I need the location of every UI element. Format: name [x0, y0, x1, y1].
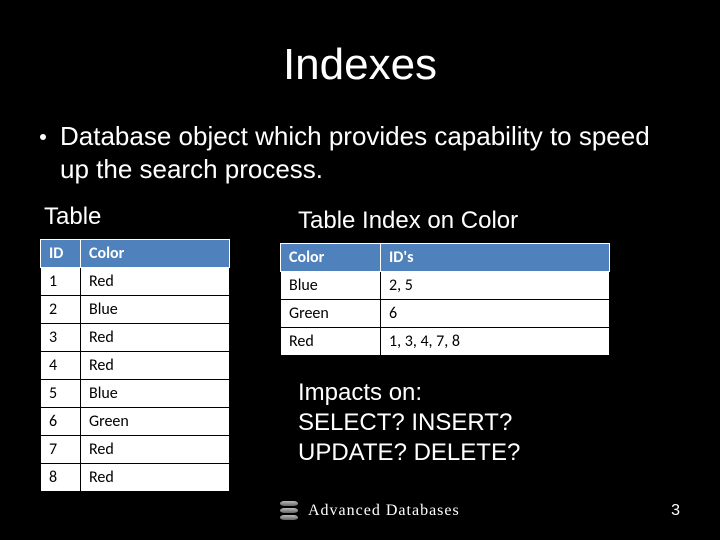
slide-footer: Advanced Databases 3 [280, 501, 680, 520]
slide: Indexes Database object which provides c… [0, 0, 720, 540]
table-row: Red1, 3, 4, 7, 8 [281, 328, 610, 356]
table-header-row: ID Color [41, 240, 230, 268]
cell: 1 [41, 268, 81, 296]
cell: Red [81, 436, 230, 464]
slide-title: Indexes [40, 40, 680, 90]
cell: 4 [41, 352, 81, 380]
table-row: Green6 [281, 300, 610, 328]
table-header: ID's [381, 244, 610, 272]
cell: Red [81, 352, 230, 380]
cell: 2, 5 [381, 272, 610, 300]
right-column: Table Index on Color Color ID's Blue2, 5… [280, 203, 680, 492]
cell: 3 [41, 324, 81, 352]
table-row: Blue2, 5 [281, 272, 610, 300]
bullet-item: Database object which provides capabilit… [40, 120, 680, 185]
impacts-line: Impacts on: [298, 378, 680, 408]
cell: 6 [41, 408, 81, 436]
content-area: Table ID Color 1Red 2Blue 3Red 4Red 5Blu… [40, 203, 680, 492]
table-row: 5Blue [41, 380, 230, 408]
data-table: ID Color 1Red 2Blue 3Red 4Red 5Blue 6Gre… [40, 239, 230, 492]
cell: 8 [41, 464, 81, 492]
cell: Red [81, 464, 230, 492]
page-number: 3 [671, 502, 680, 520]
cell: Red [81, 324, 230, 352]
right-table-label: Table Index on Color [280, 207, 680, 235]
cell: 2 [41, 296, 81, 324]
table-row: 2Blue [41, 296, 230, 324]
impacts-line: UPDATE? DELETE? [298, 438, 680, 468]
index-table: Color ID's Blue2, 5 Green6 Red1, 3, 4, 7… [280, 243, 610, 356]
table-row: 7Red [41, 436, 230, 464]
table-row: 1Red [41, 268, 230, 296]
table-header-row: Color ID's [281, 244, 610, 272]
left-column: Table ID Color 1Red 2Blue 3Red 4Red 5Blu… [40, 203, 240, 492]
cell: Blue [81, 380, 230, 408]
table-row: 8Red [41, 464, 230, 492]
database-icon [280, 501, 298, 520]
cell: Red [81, 268, 230, 296]
table-row: 4Red [41, 352, 230, 380]
left-table-label: Table [40, 203, 240, 231]
cell: Blue [281, 272, 381, 300]
cell: 5 [41, 380, 81, 408]
table-row: 3Red [41, 324, 230, 352]
footer-text: Advanced Databases [308, 502, 460, 520]
impacts-line: SELECT? INSERT? [298, 408, 680, 438]
bullet-text: Database object which provides capabilit… [60, 120, 680, 185]
cell: 7 [41, 436, 81, 464]
footer-left: Advanced Databases [280, 501, 460, 520]
cell: 6 [381, 300, 610, 328]
cell: Red [281, 328, 381, 356]
cell: Blue [81, 296, 230, 324]
table-header: ID [41, 240, 81, 268]
table-row: 6Green [41, 408, 230, 436]
cell: Green [281, 300, 381, 328]
impacts-text: Impacts on: SELECT? INSERT? UPDATE? DELE… [280, 378, 680, 468]
bullet-dot-icon [40, 134, 46, 140]
cell: 1, 3, 4, 7, 8 [381, 328, 610, 356]
cell: Green [81, 408, 230, 436]
table-header: Color [281, 244, 381, 272]
table-header: Color [81, 240, 230, 268]
